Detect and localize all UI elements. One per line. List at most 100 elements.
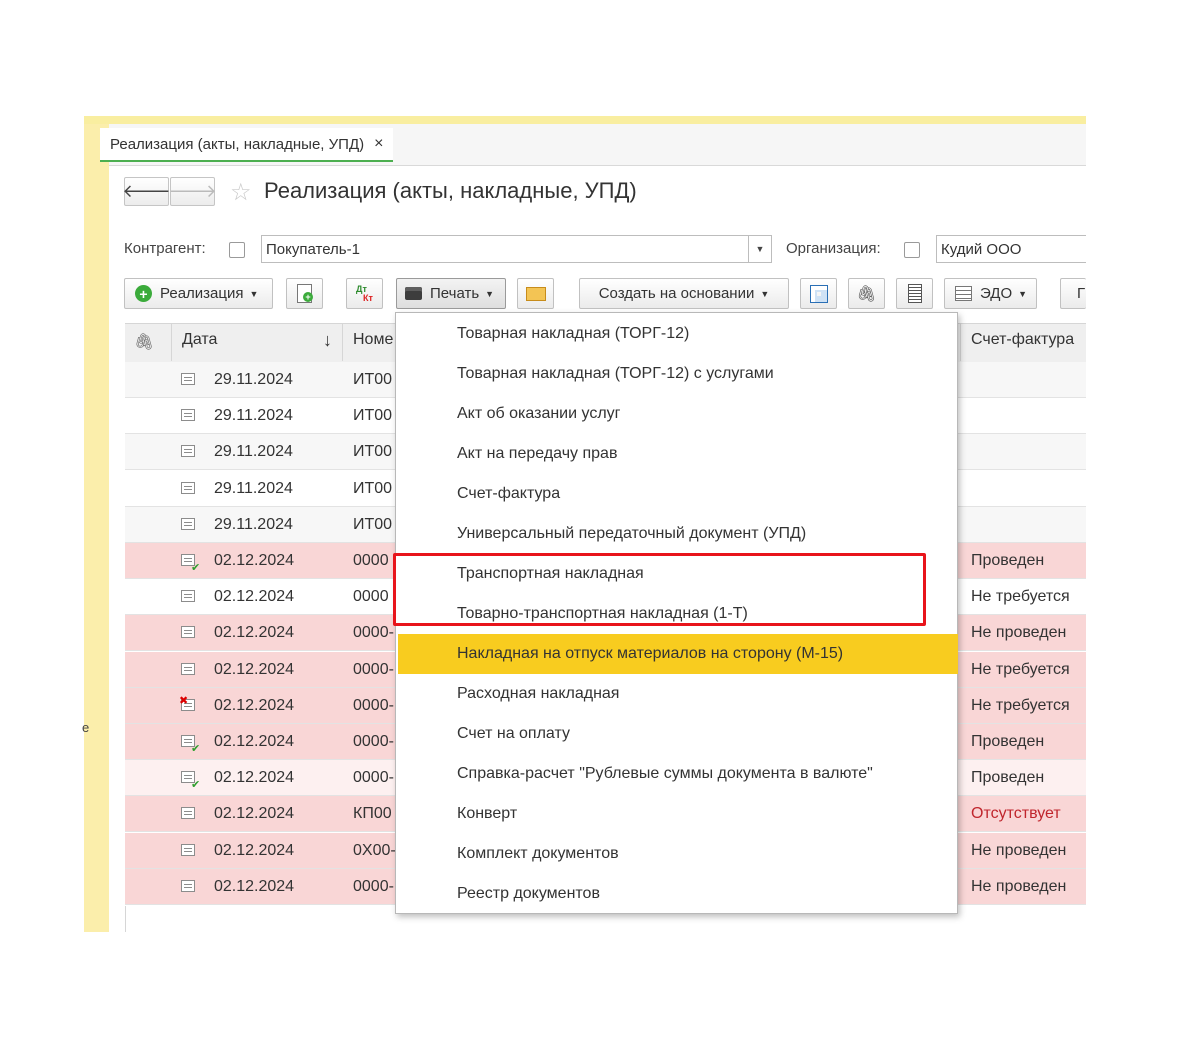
plus-circle-icon: + xyxy=(135,285,152,302)
email-button[interactable] xyxy=(517,278,554,309)
row-date: 02.12.2024 xyxy=(214,733,295,750)
favorite-star-icon[interactable]: ☆ xyxy=(230,178,252,207)
chevron-down-icon: ▼ xyxy=(249,288,259,299)
column-date[interactable]: Дата xyxy=(182,331,217,349)
document-icon xyxy=(181,517,195,530)
counterparty-field[interactable]: Покупатель-1 xyxy=(261,235,749,263)
row-invoice-status: Проведен xyxy=(971,552,1045,569)
row-number: 0000- xyxy=(353,733,394,750)
row-date: 02.12.2024 xyxy=(214,877,295,895)
create-based-on-label: Создать на основании xyxy=(598,285,755,302)
row-number: ИТ00 xyxy=(353,371,393,388)
print-menu-item[interactable]: Накладная на отпуск материалов на сторон… xyxy=(398,634,958,674)
row-number: 0000- xyxy=(353,877,394,895)
kt-text: Кт xyxy=(363,292,373,303)
row-number: 0000 xyxy=(353,588,389,606)
column-divider xyxy=(960,323,961,361)
row-invoice-status: Отсутствует xyxy=(971,805,1061,823)
print-menu-item[interactable]: Комплект документов xyxy=(396,834,957,874)
edo-button[interactable]: ЭДО ▼ xyxy=(944,278,1037,309)
structure-icon xyxy=(809,284,828,303)
row-number: 0000 xyxy=(353,552,389,569)
page-title: Реализация (акты, накладные, УПД) xyxy=(264,178,637,203)
back-button[interactable]: 🡐 xyxy=(122,177,171,206)
print-label: Печать xyxy=(430,285,480,302)
create-realization-button[interactable]: + Реализация ▼ xyxy=(124,278,273,309)
structure-button[interactable] xyxy=(800,278,837,309)
row-number: ИТ00 xyxy=(353,407,393,425)
envelope-icon xyxy=(525,286,546,301)
row-number: 0000- xyxy=(353,660,394,678)
row-number: 0000- xyxy=(353,769,394,787)
print-menu-item[interactable]: Расходная накладная xyxy=(396,674,957,714)
table-border xyxy=(125,906,126,932)
left-panel-fragment: e xyxy=(82,720,90,735)
print-menu-item[interactable]: Конверт xyxy=(396,794,957,834)
print-menu-item[interactable]: Акт об оказании услуг xyxy=(396,394,957,434)
document-icon xyxy=(181,373,195,385)
forward-button[interactable]: 🡒 xyxy=(168,177,217,206)
print-menu-item[interactable]: Универсальный передаточный документ (УПД… xyxy=(396,514,957,554)
copy-document-button[interactable]: + xyxy=(286,278,323,309)
sort-arrow-icon[interactable]: ↓ xyxy=(323,330,332,351)
print-menu-item[interactable]: Товарная накладная (ТОРГ-12) xyxy=(396,314,957,354)
more-button[interactable]: Г xyxy=(1060,278,1086,309)
deleted-mark-icon: ✖ xyxy=(179,694,189,707)
row-date: 02.12.2024 xyxy=(214,624,295,642)
row-number: 0000- xyxy=(353,624,394,642)
row-date: 02.12.2024 xyxy=(214,660,295,678)
arrow-left-icon: 🡐 xyxy=(122,181,171,201)
document-icon xyxy=(181,481,195,494)
chevron-down-icon[interactable]: ▼ xyxy=(748,235,772,263)
document-icon xyxy=(181,807,195,820)
document-icon xyxy=(181,626,195,639)
print-button[interactable]: Печать ▼ xyxy=(396,278,506,309)
row-number: ИТ00 xyxy=(353,515,393,533)
chevron-down-icon: ▼ xyxy=(485,288,495,299)
annotation-highlight-box xyxy=(393,553,926,626)
print-menu-item[interactable]: Счет-фактура xyxy=(396,474,957,514)
new-document-icon: + xyxy=(297,284,313,303)
row-number: 0Х00- xyxy=(353,841,396,859)
print-menu-item[interactable]: Реестр документов xyxy=(396,874,957,914)
organization-field[interactable]: Кудий ООО xyxy=(936,235,1086,263)
counterparty-checkbox[interactable] xyxy=(229,242,245,258)
counterparty-label: Контрагент: xyxy=(124,240,206,257)
column-divider xyxy=(171,323,172,361)
row-invoice-status: Не проведен xyxy=(971,877,1067,895)
list-button[interactable] xyxy=(896,278,933,309)
create-realization-label: Реализация xyxy=(160,285,244,302)
row-date: 02.12.2024 xyxy=(214,769,295,787)
print-menu-item[interactable]: Товарная накладная (ТОРГ-12) с услугами xyxy=(396,354,957,394)
print-menu-item[interactable]: Справка-расчет "Рублевые суммы документа… xyxy=(396,754,957,794)
list-icon xyxy=(907,284,922,303)
dt-text: Дт xyxy=(356,283,367,294)
dt-kt-icon: Дт Кт xyxy=(356,283,373,303)
print-menu-item[interactable]: Акт на передачу прав xyxy=(396,434,957,474)
dt-kt-button[interactable]: Дт Кт xyxy=(346,278,383,309)
row-date: 29.11.2024 xyxy=(214,479,293,497)
close-icon[interactable]: × xyxy=(374,135,383,153)
row-invoice-status: Не проведен xyxy=(971,841,1067,859)
tab-realization[interactable]: Реализация (акты, накладные, УПД) × xyxy=(100,128,394,162)
chevron-down-icon: ▼ xyxy=(1018,288,1028,299)
row-number: 0000- xyxy=(353,696,394,714)
attachment-button[interactable]: 🖇 xyxy=(848,278,885,309)
tab-label: Реализация (акты, накладные, УПД) xyxy=(110,135,365,153)
document-icon xyxy=(181,445,195,458)
print-menu-item[interactable]: Счет на оплату xyxy=(396,714,957,754)
document-icon xyxy=(181,590,195,603)
row-date: 29.11.2024 xyxy=(214,371,293,388)
paperclip-icon[interactable]: 🖇 xyxy=(134,332,154,352)
arrow-right-icon: 🡒 xyxy=(168,181,217,201)
column-number[interactable]: Номе xyxy=(353,331,393,349)
organization-checkbox[interactable] xyxy=(904,242,920,258)
row-number: КП00 xyxy=(353,805,392,823)
column-invoice[interactable]: Счет-фактура xyxy=(971,331,1074,349)
paperclip-icon: 🖇 xyxy=(856,285,877,303)
row-invoice-status: Не требуется xyxy=(971,660,1070,678)
chevron-down-icon: ▼ xyxy=(760,288,770,299)
create-based-on-button[interactable]: Создать на основании ▼ xyxy=(579,278,789,309)
row-invoice-status: Проведен xyxy=(971,769,1045,787)
organization-label: Организация: xyxy=(786,240,881,257)
